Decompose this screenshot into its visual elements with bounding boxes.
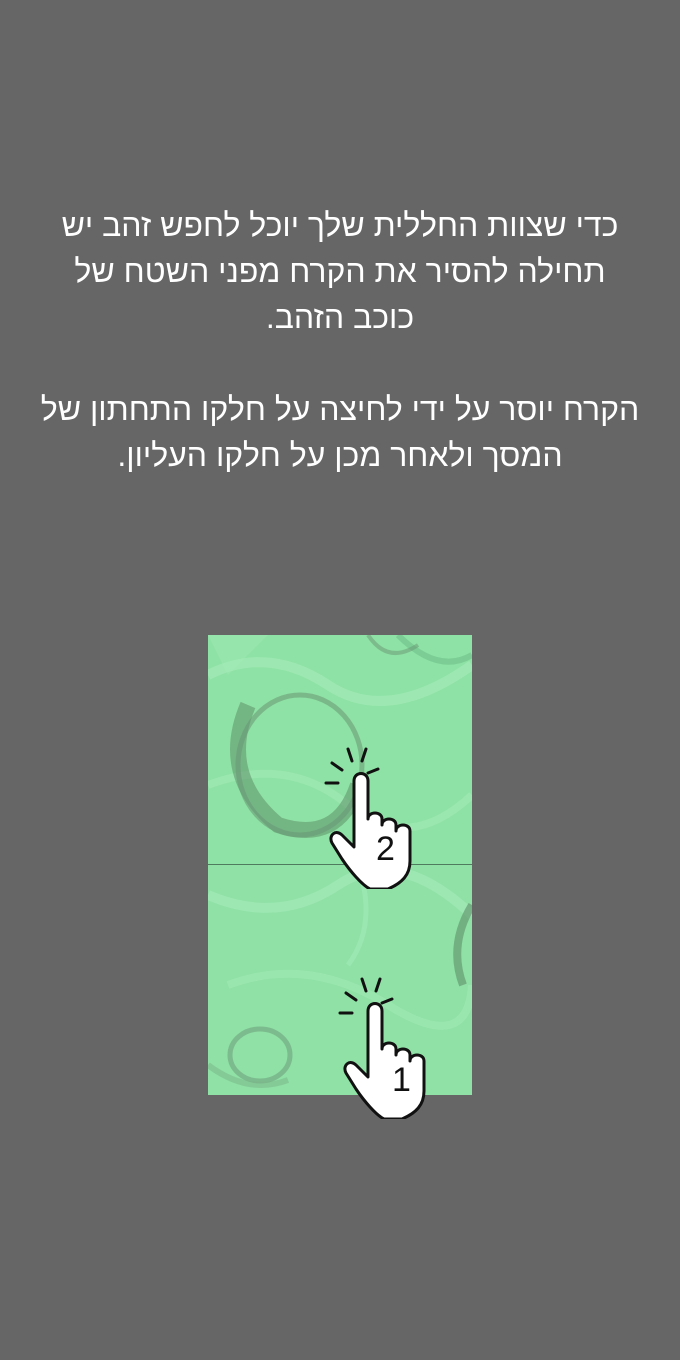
- instructions-paragraph-1: כדי שצוות החללית שלך יוכל לחפש זהב יש תח…: [61, 207, 619, 335]
- step-number-2: 2: [376, 830, 395, 868]
- tap-hand-icon-top: [318, 739, 428, 894]
- tutorial-screen: { "instructions": { "paragraph_1": "כדי …: [0, 0, 680, 1360]
- tap-illustration: 2 1: [208, 635, 472, 1121]
- instructions-text: כדי שצוות החללית שלך יוכל לחפש זהב יש תח…: [40, 202, 640, 478]
- tap-hand-icon-bottom: [332, 969, 442, 1124]
- instructions-paragraph-2: הקרח יוסר על ידי לחיצה על חלקו התחתון של…: [40, 391, 640, 473]
- step-number-1: 1: [392, 1061, 411, 1099]
